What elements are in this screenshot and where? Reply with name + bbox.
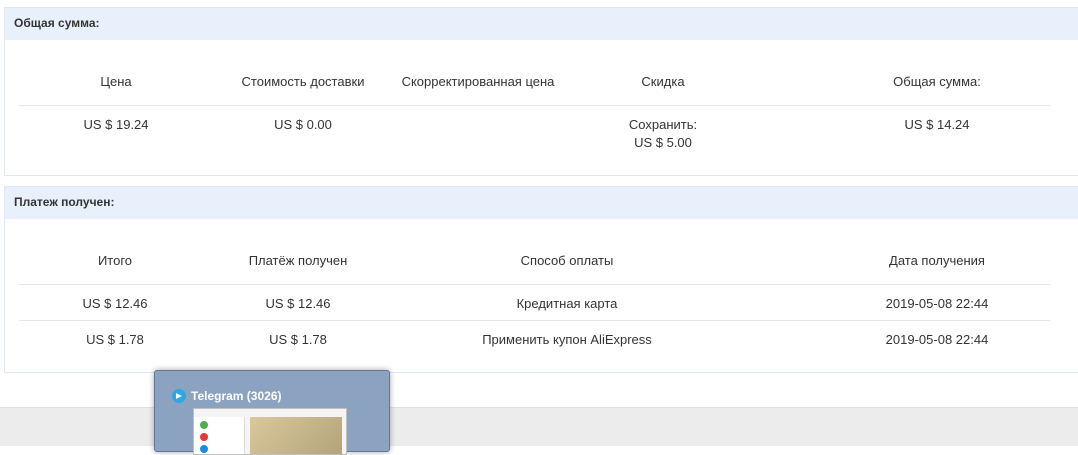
row-2-total: US $ 1.78	[86, 332, 144, 347]
avatar-icon	[200, 421, 208, 429]
header-discount: Скидка	[641, 74, 685, 89]
row-2-date: 2019-05-08 22:44	[885, 332, 989, 347]
discount-value: US $ 5.00	[634, 135, 692, 150]
divider	[19, 320, 1050, 321]
header-subtotal: Итого	[97, 253, 133, 268]
payment-table: Итого Платёж получен Способ оплаты Дата …	[19, 219, 1050, 369]
thumbnail-chat-list	[194, 417, 245, 454]
taskbar-preview-telegram[interactable]: Telegram (3026)	[154, 370, 390, 455]
thumbnail-image	[250, 417, 342, 454]
header-payment-method: Способ оплаты	[520, 253, 614, 268]
panel-title: Платеж получен:	[5, 187, 1078, 219]
header-adjusted-price: Скорректированная цена	[401, 74, 555, 89]
row-1-date: 2019-05-08 22:44	[885, 296, 989, 311]
shipping-value: US $ 0.00	[274, 117, 332, 132]
avatar-icon	[200, 433, 208, 441]
total-amount-panel: Общая сумма: Цена Стоимость доставки Ско…	[4, 7, 1078, 176]
header-received-date: Дата получения	[889, 253, 985, 268]
header-shipping: Стоимость доставки	[241, 74, 365, 89]
window-thumbnail[interactable]	[193, 408, 347, 455]
row-2-method: Применить купон AliExpress	[482, 332, 652, 347]
telegram-icon	[172, 389, 186, 403]
header-total: Общая сумма:	[893, 74, 981, 89]
row-1-method: Кредитная карта	[516, 296, 618, 311]
avatar-icon	[200, 445, 208, 453]
price-value: US $ 19.24	[83, 117, 149, 132]
divider	[19, 105, 1050, 106]
row-1-received: US $ 12.46	[265, 296, 331, 311]
row-1-total: US $ 12.46	[82, 296, 148, 311]
header-payment-received: Платёж получен	[248, 253, 348, 268]
preview-title: Telegram (3026)	[191, 389, 282, 403]
summary-table: Цена Стоимость доставки Скорректированна…	[19, 40, 1050, 175]
panel-title: Общая сумма:	[5, 8, 1078, 40]
payment-received-panel: Платеж получен: Итого Платёж получен Спо…	[4, 186, 1078, 373]
discount-label: Сохранить:	[628, 117, 698, 132]
row-2-received: US $ 1.78	[269, 332, 327, 347]
divider	[19, 284, 1050, 285]
header-price: Цена	[100, 74, 132, 89]
total-value: US $ 14.24	[904, 117, 970, 132]
